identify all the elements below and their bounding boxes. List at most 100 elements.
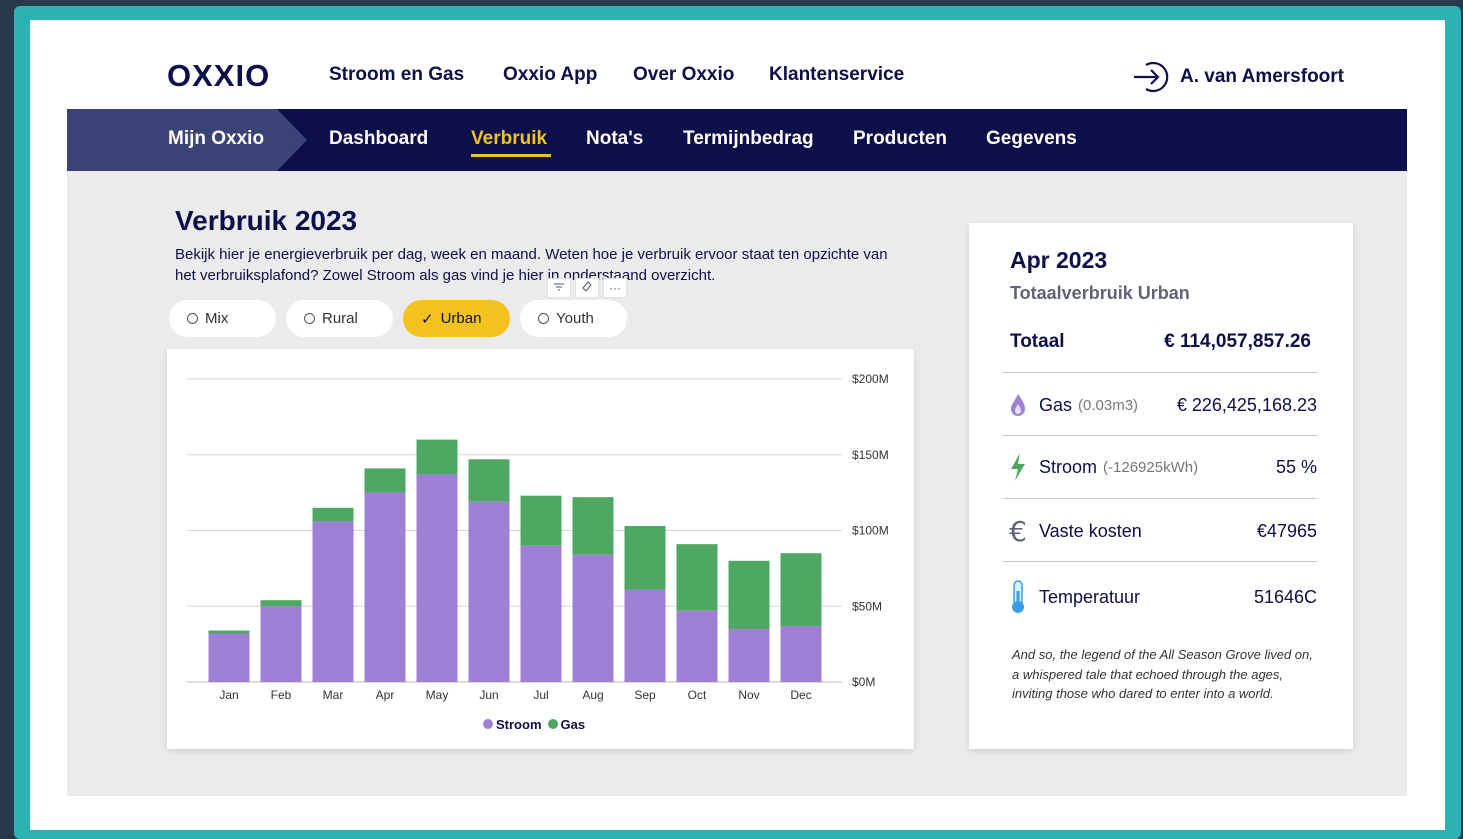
bar-stroom-jan[interactable]	[208, 633, 250, 682]
topnav-stroom-en-gas[interactable]: Stroom en Gas	[329, 64, 464, 86]
x-tick-label: Jul	[533, 688, 548, 702]
legend-item-stroom[interactable]: Stroom	[483, 717, 542, 732]
check-icon: ✓	[421, 310, 434, 328]
x-tick-label: Sep	[634, 688, 656, 702]
summary-row-gas: Gas (0.03m3) € 226,425,168.23	[1003, 385, 1317, 425]
legend-item-gas[interactable]: Gas	[547, 717, 585, 732]
row-label: Temperatuur	[1039, 586, 1141, 607]
tab-dashboard[interactable]: Dashboard	[329, 128, 428, 150]
segment-rural[interactable]: Rural	[286, 300, 393, 337]
row-label: Gas	[1039, 394, 1073, 415]
radio-icon	[304, 313, 315, 324]
bar-gas-jan[interactable]	[208, 630, 250, 634]
summary-story-text: And so, the legend of the All Season Gro…	[1012, 647, 1313, 701]
summary-row-stroom: Stroom (-126925kWh) 55 %	[1003, 447, 1317, 487]
bar-stroom-apr[interactable]	[364, 492, 406, 682]
segment-mix[interactable]: Mix	[169, 300, 276, 337]
oxxio-logo[interactable]: OXXIO	[167, 58, 270, 94]
x-tick-label: Nov	[738, 688, 759, 702]
row-note: (-126925kWh)	[1103, 458, 1199, 476]
segment-label: Rural	[322, 310, 358, 327]
subnav-mijn-oxxio[interactable]: Mijn Oxxio	[67, 109, 307, 171]
usage-chart: $0M $50M $100M $150M $200M Jan Feb Mar Apr May Jun…	[187, 372, 889, 702]
x-tick-label: Jun	[479, 688, 498, 702]
total-label: Totaal	[1010, 331, 1065, 352]
x-tick-label: Oct	[688, 688, 707, 702]
tab-termijnbedrag[interactable]: Termijnbedrag	[683, 128, 814, 150]
segment-youth[interactable]: Youth	[520, 300, 627, 337]
flame-icon	[1003, 393, 1033, 417]
bar-gas-apr[interactable]	[364, 468, 406, 493]
y-tick-label: $100M	[852, 524, 889, 538]
radio-icon	[538, 313, 549, 324]
thermometer-icon	[1003, 579, 1033, 615]
topnav-oxxio-app[interactable]: Oxxio App	[503, 64, 597, 86]
x-tick-label: Apr	[376, 688, 395, 702]
bar-stroom-oct[interactable]	[676, 610, 718, 682]
bar-stroom-jun[interactable]	[468, 501, 510, 682]
summary-panel: Apr 2023 Totaalverbruik Urban Totaal € 1…	[969, 223, 1353, 749]
more-icon[interactable]: ···	[603, 278, 627, 298]
segment-label: Youth	[556, 310, 594, 327]
bar-gas-jun[interactable]	[468, 459, 510, 502]
legend-dot-gas	[547, 719, 558, 729]
login-arrow-icon	[1134, 61, 1169, 93]
legend-dot-stroom	[483, 719, 493, 729]
bar-gas-aug[interactable]	[572, 497, 614, 555]
bar-stroom-dec[interactable]	[780, 625, 822, 682]
lightning-icon	[1003, 452, 1033, 482]
tab-verbruik[interactable]: Verbruik	[471, 128, 547, 150]
bar-gas-dec[interactable]	[780, 553, 822, 626]
x-tick-label: Mar	[323, 688, 344, 702]
subnav-mijn-oxxio-label: Mijn Oxxio	[168, 128, 265, 149]
filter-icon[interactable]	[547, 278, 571, 298]
radio-icon	[187, 313, 198, 324]
bar-gas-oct[interactable]	[676, 544, 718, 611]
bar-stroom-mar[interactable]	[312, 521, 354, 682]
segment-label: Mix	[205, 310, 229, 327]
tab-gegevens[interactable]: Gegevens	[986, 128, 1077, 150]
y-tick-label: $0M	[852, 675, 875, 689]
summary-row-temperatuur: Temperatuur 51646C	[1003, 577, 1317, 617]
bar-stroom-aug[interactable]	[572, 554, 614, 682]
eraser-icon[interactable]	[575, 278, 599, 298]
segment-label: Urban	[440, 310, 482, 327]
divider	[1003, 561, 1317, 562]
bar-gas-mar[interactable]	[312, 507, 354, 522]
row-label: Vaste kosten	[1039, 520, 1142, 541]
bar-stroom-sep[interactable]	[624, 589, 666, 682]
bar-gas-jul[interactable]	[520, 495, 562, 546]
tab-notas[interactable]: Nota's	[586, 128, 643, 150]
summary-subtitle: Totaalverbruik Urban	[1010, 283, 1190, 303]
bar-gas-feb[interactable]	[260, 600, 302, 607]
bar-stroom-may[interactable]	[416, 474, 458, 682]
topnav-over-oxxio[interactable]: Over Oxxio	[633, 64, 734, 86]
user-account-link[interactable]: A. van Amersfoort	[1132, 60, 1344, 94]
x-tick-label: May	[426, 688, 449, 702]
divider	[1003, 498, 1317, 499]
divider	[1003, 372, 1317, 373]
tab-producten[interactable]: Producten	[853, 128, 947, 150]
y-tick-label: $200M	[852, 372, 889, 386]
topnav-klantenservice[interactable]: Klantenservice	[769, 64, 904, 86]
bar-stroom-nov[interactable]	[728, 628, 770, 682]
y-tick-label: $50M	[852, 599, 882, 613]
segment-urban[interactable]: ✓ Urban	[403, 300, 510, 337]
euro-icon: €	[1009, 514, 1027, 548]
bar-stroom-feb[interactable]	[260, 606, 302, 682]
row-value: € 226,425,168.23	[1176, 394, 1317, 415]
divider	[1003, 435, 1317, 436]
active-tab-underline	[471, 154, 551, 157]
bar-gas-may[interactable]	[416, 439, 458, 475]
summary-row-vaste-kosten: € Vaste kosten €47965	[1003, 511, 1317, 551]
summary-month: Apr 2023	[1010, 247, 1108, 273]
chart-legend: Stroom Gas	[483, 717, 585, 732]
y-tick-label: $150M	[852, 448, 889, 462]
row-value: 51646C	[1253, 586, 1317, 607]
bar-gas-nov[interactable]	[728, 560, 770, 629]
bar-gas-sep[interactable]	[624, 525, 666, 590]
bar-stroom-jul[interactable]	[520, 545, 562, 682]
legend-label-stroom: Stroom	[496, 717, 542, 732]
row-value: 55 %	[1275, 456, 1317, 477]
row-label: Stroom	[1039, 456, 1098, 477]
